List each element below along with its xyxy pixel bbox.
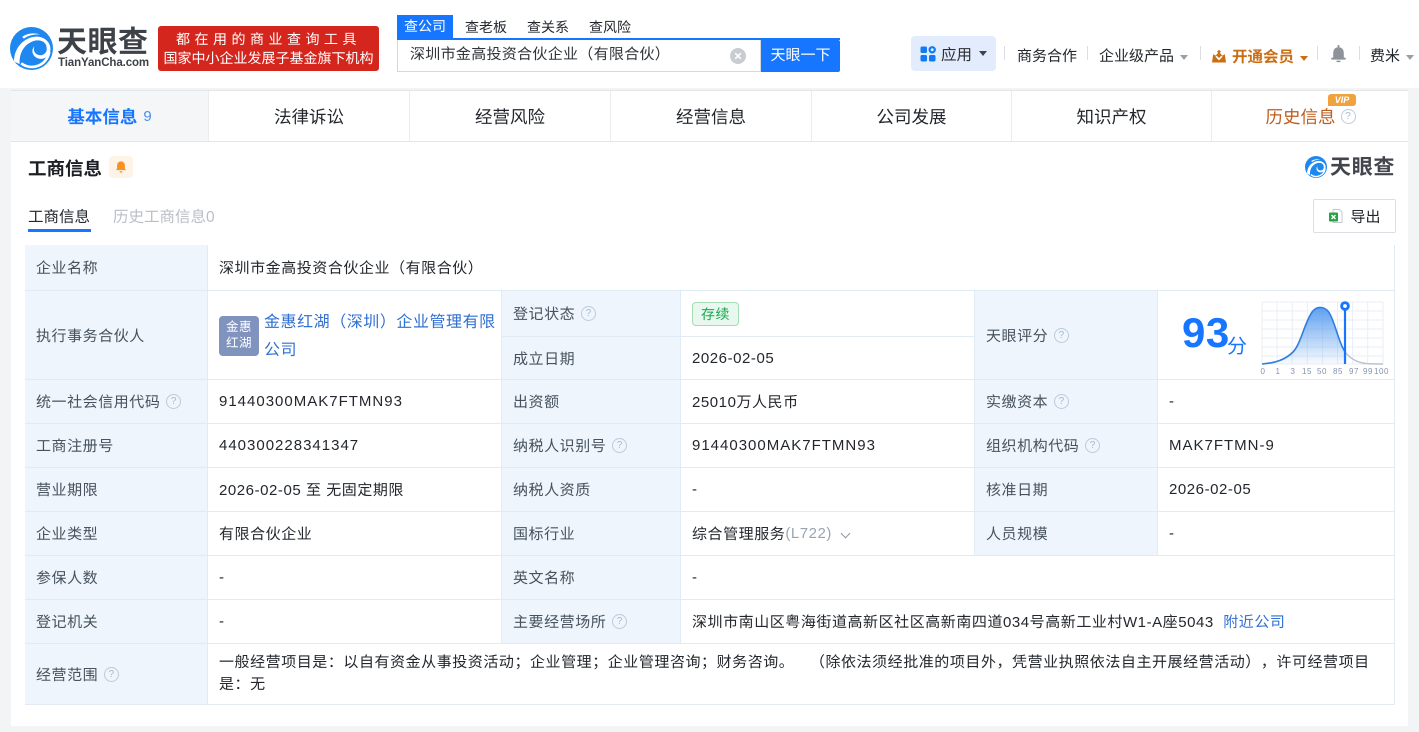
svg-text:1: 1 (1276, 367, 1281, 376)
svg-text:50: 50 (1317, 367, 1327, 376)
svg-text:100: 100 (1374, 367, 1389, 376)
svg-text:85: 85 (1333, 367, 1343, 376)
svg-text:15: 15 (1302, 367, 1312, 376)
svg-text:97: 97 (1349, 367, 1359, 376)
svg-text:0: 0 (1261, 367, 1266, 376)
svg-text:3: 3 (1291, 367, 1296, 376)
svg-text:99: 99 (1363, 367, 1373, 376)
